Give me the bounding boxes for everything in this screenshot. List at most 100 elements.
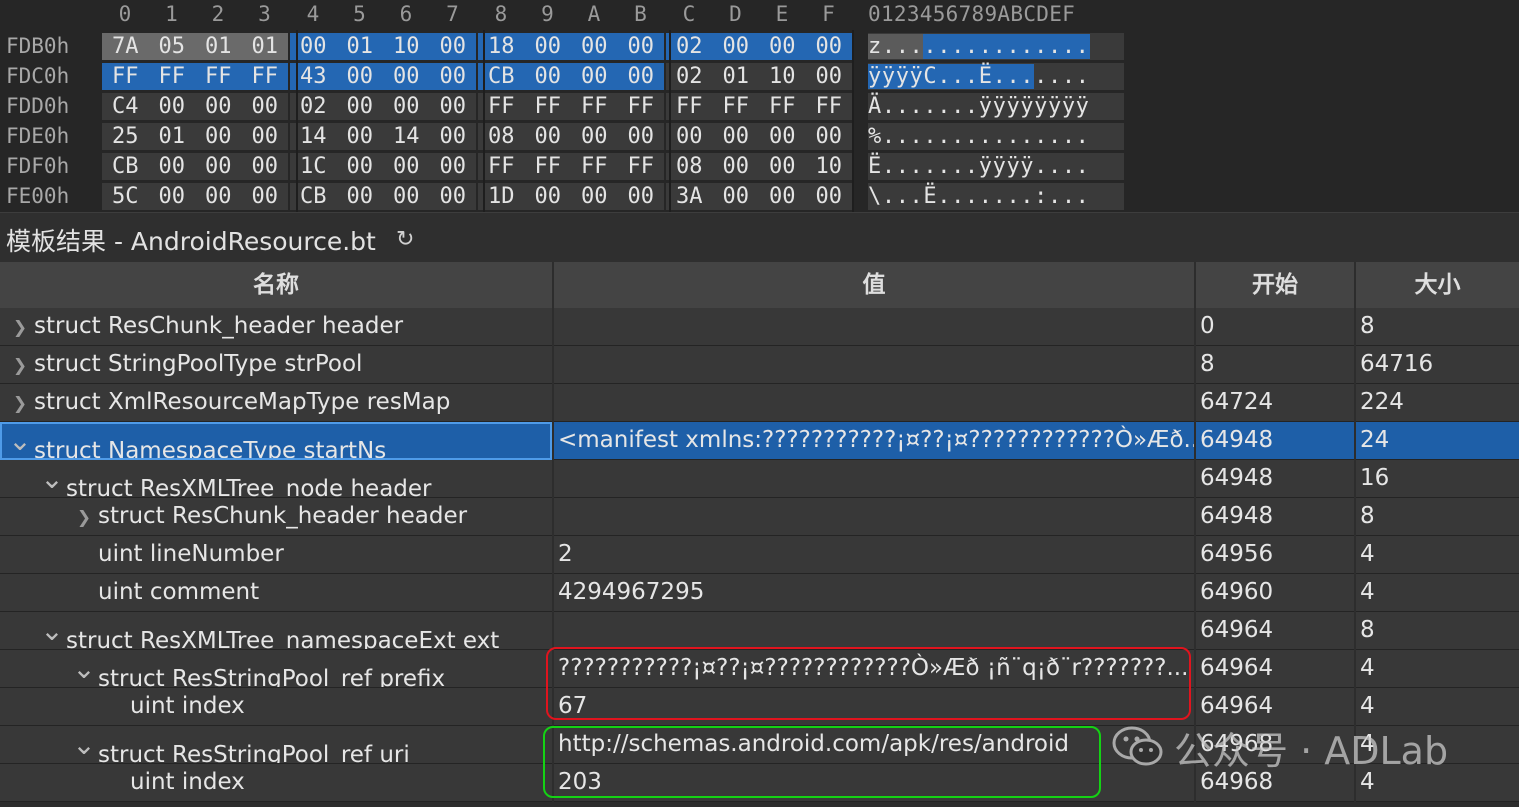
hex-byte[interactable]: 00: [148, 183, 195, 210]
hex-byte[interactable]: 01: [241, 33, 288, 60]
hex-byte[interactable]: 00: [336, 183, 383, 210]
table-row[interactable]: ⌄struct ResXMLTree_node header 64948 16: [0, 460, 1519, 498]
hex-byte[interactable]: 00: [759, 33, 806, 60]
hex-byte[interactable]: 00: [429, 183, 476, 210]
hex-byte[interactable]: 00: [617, 123, 664, 150]
hex-byte[interactable]: 00: [429, 123, 476, 150]
hex-byte[interactable]: 00: [805, 63, 852, 90]
hex-byte[interactable]: 00: [712, 123, 759, 150]
hex-byte[interactable]: 00: [759, 123, 806, 150]
hex-byte[interactable]: 00: [712, 153, 759, 180]
hex-byte[interactable]: 01: [148, 123, 195, 150]
hex-byte[interactable]: FF: [571, 153, 618, 180]
hex-byte[interactable]: 01: [195, 33, 242, 60]
hex-byte[interactable]: 01: [336, 33, 383, 60]
hex-ascii[interactable]: z...............: [868, 33, 1124, 60]
table-row[interactable]: ❯ struct ResChunk_header header 0 8: [0, 308, 1519, 346]
hex-byte[interactable]: 00: [571, 183, 618, 210]
hex-byte[interactable]: 00: [148, 93, 195, 120]
hex-byte[interactable]: 00: [429, 63, 476, 90]
hex-byte[interactable]: 00: [195, 123, 242, 150]
hex-ascii[interactable]: %...............: [868, 123, 1124, 150]
hex-byte[interactable]: 00: [524, 33, 571, 60]
hex-byte[interactable]: 00: [429, 33, 476, 60]
hex-byte[interactable]: 00: [383, 93, 430, 120]
hex-byte[interactable]: 3A: [666, 183, 713, 210]
hex-row[interactable]: FDD0h C4 00 00 00 02 00 00 00 FF FF FF FF FF FF FF FF Ä..…: [0, 91, 1519, 121]
hex-byte[interactable]: 00: [195, 153, 242, 180]
hex-byte[interactable]: 00: [241, 183, 288, 210]
hex-byte[interactable]: 00: [383, 63, 430, 90]
hex-ascii[interactable]: ÿÿÿÿC...Ë.......: [868, 63, 1124, 90]
table-row[interactable]: ⌄struct NamespaceType startNs <manifest x…: [0, 422, 1519, 460]
table-row[interactable]: ❯ struct XmlResourceMapType resMap 64724 22…: [0, 384, 1519, 422]
hex-byte[interactable]: FF: [617, 93, 664, 120]
chevron-down-icon[interactable]: ⌄: [70, 650, 98, 687]
hex-row[interactable]: FDF0h CB 00 00 00 1C 00 00 00 FF FF FF FF 08 00 00 10 Ë..…: [0, 151, 1519, 181]
hex-byte[interactable]: 00: [759, 153, 806, 180]
hex-byte[interactable]: 00: [805, 183, 852, 210]
hex-row[interactable]: FDB0h 7A 05 01 01 00 01 10 00 18 00 00 00 02 00 00 00 z..…: [0, 31, 1519, 61]
table-row[interactable]: ❯ struct ResChunk_header header 64948 8: [0, 498, 1519, 536]
hex-byte[interactable]: 00: [195, 93, 242, 120]
hex-byte[interactable]: 00: [524, 183, 571, 210]
hex-byte[interactable]: 00: [336, 63, 383, 90]
hex-byte[interactable]: 10: [805, 153, 852, 180]
hex-byte[interactable]: 01: [712, 63, 759, 90]
column-header-size[interactable]: 大小: [1356, 262, 1519, 308]
chevron-down-icon[interactable]: ⌄: [38, 460, 66, 497]
hex-byte[interactable]: 00: [429, 153, 476, 180]
chevron-right-icon[interactable]: ❯: [6, 310, 34, 345]
hex-byte[interactable]: FF: [241, 63, 288, 90]
hex-byte[interactable]: 00: [383, 153, 430, 180]
hex-byte[interactable]: CB: [102, 153, 149, 180]
hex-byte[interactable]: 7A: [102, 33, 149, 60]
hex-byte[interactable]: 00: [805, 33, 852, 60]
table-row[interactable]: uint comment 4294967295 64960 4: [0, 574, 1519, 612]
hex-byte[interactable]: FF: [102, 63, 149, 90]
hex-ascii[interactable]: Ä.......ÿÿÿÿÿÿÿÿ: [868, 93, 1124, 120]
hex-ascii[interactable]: Ë.......ÿÿÿÿ....: [868, 153, 1124, 180]
hex-byte[interactable]: 00: [759, 183, 806, 210]
hex-byte[interactable]: 05: [148, 33, 195, 60]
hex-byte[interactable]: 5C: [102, 183, 149, 210]
hex-byte[interactable]: FF: [759, 93, 806, 120]
hex-editor[interactable]: 0123456789ABCDEF 0123456789ABCDEF FDB0h 7…: [0, 0, 1519, 212]
hex-byte[interactable]: 00: [571, 63, 618, 90]
hex-byte[interactable]: C4: [102, 93, 149, 120]
hex-byte[interactable]: 00: [617, 63, 664, 90]
chevron-down-icon[interactable]: ⌄: [70, 726, 98, 763]
hex-byte[interactable]: 02: [666, 33, 713, 60]
hex-byte[interactable]: 00: [617, 33, 664, 60]
hex-byte[interactable]: 14: [383, 123, 430, 150]
hex-byte[interactable]: 08: [666, 153, 713, 180]
hex-row[interactable]: FDE0h 25 01 00 00 14 00 14 00 08 00 00 00 00 00 00 00%..…: [0, 121, 1519, 151]
hex-byte[interactable]: FF: [524, 153, 571, 180]
column-header-value[interactable]: 值: [554, 262, 1196, 308]
hex-byte[interactable]: FF: [617, 153, 664, 180]
hex-byte[interactable]: FF: [148, 63, 195, 90]
hex-byte[interactable]: 00: [241, 93, 288, 120]
hex-byte[interactable]: 00: [195, 183, 242, 210]
hex-byte[interactable]: 00: [524, 63, 571, 90]
hex-byte[interactable]: 00: [666, 123, 713, 150]
hex-byte[interactable]: 00: [429, 93, 476, 120]
chevron-right-icon[interactable]: ❯: [70, 500, 98, 535]
table-row[interactable]: ⌄struct ResXMLTree_namespaceExt ext 64964…: [0, 612, 1519, 650]
hex-byte[interactable]: FF: [524, 93, 571, 120]
hex-byte[interactable]: 00: [805, 123, 852, 150]
hex-byte[interactable]: 00: [241, 123, 288, 150]
hex-byte[interactable]: 10: [759, 63, 806, 90]
chevron-down-icon[interactable]: ⌄: [38, 612, 66, 649]
column-header-name[interactable]: 名称: [0, 262, 554, 308]
hex-byte[interactable]: 00: [617, 183, 664, 210]
hex-byte[interactable]: FF: [712, 93, 759, 120]
hex-byte[interactable]: 00: [712, 183, 759, 210]
table-row[interactable]: uint lineNumber 2 64956 4: [0, 536, 1519, 574]
hex-byte[interactable]: 02: [666, 63, 713, 90]
hex-byte[interactable]: 10: [383, 33, 430, 60]
hex-byte[interactable]: FF: [805, 93, 852, 120]
hex-byte[interactable]: 00: [571, 123, 618, 150]
hex-ascii[interactable]: \...Ë.......:...: [868, 183, 1124, 210]
chevron-right-icon[interactable]: ❯: [6, 386, 34, 421]
